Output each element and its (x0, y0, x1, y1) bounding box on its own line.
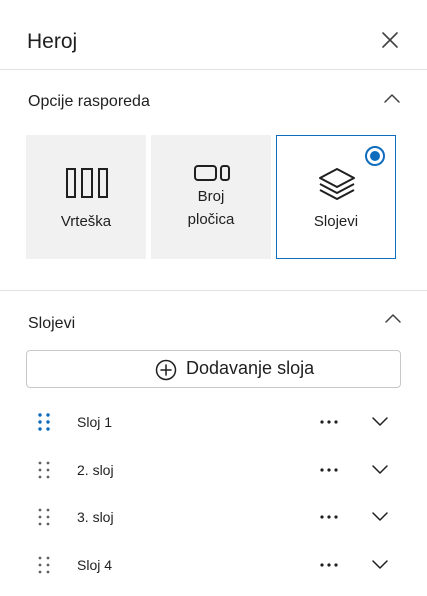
layer-label: 2. sloj (77, 462, 114, 478)
add-layer-label: Dodavanje sloja (186, 358, 315, 378)
chevron-down-icon[interactable] (371, 414, 389, 428)
layer-row[interactable]: Sloj 4 (0, 545, 427, 593)
layout-option-label-line1: Broj (197, 188, 225, 205)
layer-label: Sloj 4 (77, 557, 113, 573)
layer-row[interactable]: 3. sloj (0, 497, 427, 545)
collapse-layers-button[interactable] (384, 311, 402, 323)
chevron-down-icon[interactable] (371, 557, 389, 571)
add-circle-icon (155, 359, 177, 381)
layout-option-label: Vrteška (60, 213, 112, 230)
chevron-down-icon[interactable] (371, 509, 389, 523)
hero-panel: Heroj Opcije rasporeda Vrteška Broj ploč… (0, 0, 427, 596)
layout-options-section: Opcije rasporeda Vrteška Broj pločica Sl… (0, 71, 427, 291)
add-layer-button[interactable]: Dodavanje sloja (26, 350, 401, 388)
layers-section-title: Slojevi (28, 315, 76, 332)
layers-section: Slojevi Dodavanje sloja Sloj 1 2. sloj 3… (0, 292, 427, 596)
panel-header: Heroj (0, 0, 427, 70)
layout-option-tiles[interactable]: Broj pločica (151, 135, 271, 259)
layer-row[interactable]: Sloj 1 (0, 402, 427, 450)
layout-option-label: Slojevi (313, 213, 359, 230)
chevron-up-icon (384, 94, 400, 103)
panel-title: Heroj (27, 30, 78, 53)
drag-handle-icon[interactable] (37, 555, 51, 575)
chevron-up-icon (385, 314, 401, 323)
collapse-layout-options-button[interactable] (383, 91, 401, 103)
carousel-icon (66, 168, 108, 198)
more-options-icon[interactable] (318, 412, 340, 432)
more-options-icon[interactable] (318, 507, 340, 527)
layout-option-layers[interactable]: Slojevi (276, 135, 396, 259)
layers-icon (319, 168, 355, 200)
drag-handle-icon[interactable] (37, 412, 51, 432)
close-icon (382, 32, 398, 48)
more-options-icon[interactable] (318, 460, 340, 480)
tiles-icon (194, 165, 230, 181)
layer-label: 3. sloj (77, 509, 114, 525)
chevron-down-icon[interactable] (371, 462, 389, 476)
layer-label: Sloj 1 (77, 414, 113, 430)
drag-handle-icon[interactable] (37, 460, 51, 480)
layout-option-carousel[interactable]: Vrteška (26, 135, 146, 259)
layout-option-label-line2: pločica (187, 211, 235, 228)
close-button[interactable] (378, 28, 402, 52)
more-options-icon[interactable] (318, 555, 340, 575)
layout-options-title: Opcije rasporeda (28, 93, 150, 110)
layer-row[interactable]: 2. sloj (0, 450, 427, 498)
drag-handle-icon[interactable] (37, 507, 51, 527)
selected-radio-indicator (365, 146, 385, 166)
